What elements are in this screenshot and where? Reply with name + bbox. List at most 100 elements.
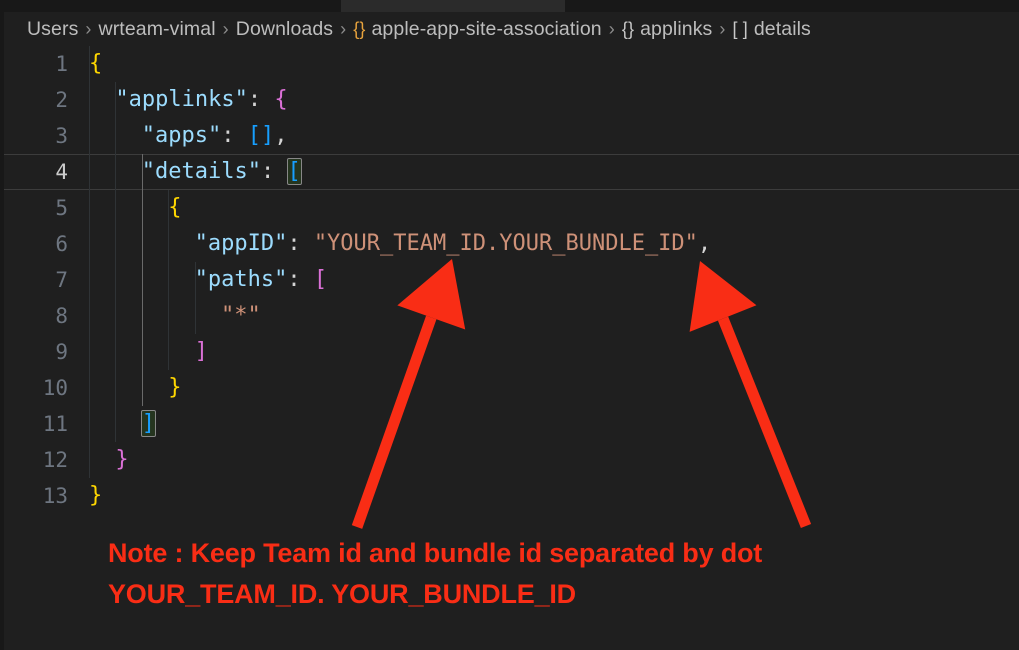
breadcrumb-separator: › (340, 19, 346, 40)
token: , (274, 123, 287, 148)
code-tokens: "paths": [ (89, 262, 327, 298)
code-tokens: "*" (89, 298, 261, 334)
breadcrumb-item-label: apple-app-site-association (371, 18, 601, 41)
line-number: 6 (4, 226, 89, 262)
breadcrumb-separator: › (719, 19, 725, 40)
line-number: 2 (4, 82, 89, 118)
line-content: "applinks": { (89, 82, 1019, 118)
editor-line[interactable]: 1{ (4, 46, 1019, 82)
token: { (168, 195, 181, 220)
token: "paths" (195, 267, 288, 292)
editor-line[interactable]: 8 "*" (4, 298, 1019, 334)
breadcrumb-separator: › (609, 19, 615, 40)
code-tokens: { (89, 46, 102, 82)
breadcrumb-item-label: Users (27, 18, 78, 41)
breadcrumb-separator: › (85, 19, 91, 40)
token: : (261, 159, 288, 184)
breadcrumb-item-label: wrteam-vimal (99, 18, 216, 41)
editor-line[interactable]: 9] (4, 334, 1019, 370)
code-tokens: } (89, 478, 102, 514)
token: { (89, 51, 102, 76)
active-editor-tab[interactable] (341, 0, 565, 12)
token: : (287, 231, 314, 256)
code-tokens: } (89, 370, 181, 406)
annotation-note-line-2: YOUR_TEAM_ID. YOUR_BUNDLE_ID (108, 577, 968, 612)
code-tokens: "applinks": { (89, 82, 288, 118)
line-content: "apps": [], (89, 118, 1019, 154)
line-number: 1 (4, 46, 89, 82)
line-content: ] (89, 334, 1019, 370)
token: } (115, 447, 128, 472)
breadcrumb-item-wrteam-vimal[interactable]: wrteam-vimal (99, 18, 216, 41)
line-number: 12 (4, 442, 89, 478)
line-number: 7 (4, 262, 89, 298)
code-tokens: "apps": [], (89, 118, 288, 154)
token: { (274, 87, 287, 112)
breadcrumb[interactable]: Users › wrteam-vimal › Downloads › {} apple-app… (4, 12, 1019, 46)
token: : (221, 123, 248, 148)
breadcrumb-separator: › (223, 19, 229, 40)
line-number: 10 (4, 370, 89, 406)
line-number: 8 (4, 298, 89, 334)
token: : (248, 87, 275, 112)
token: , (698, 231, 711, 256)
line-content: } (89, 442, 1019, 478)
token: : (287, 267, 314, 292)
json-object-icon: {} (622, 19, 634, 40)
annotation-note: Note : Keep Team id and bundle id separa… (108, 536, 968, 611)
line-number: 5 (4, 190, 89, 226)
token: "YOUR_TEAM_ID.YOUR_BUNDLE_ID" (314, 231, 698, 256)
token: } (89, 483, 102, 508)
breadcrumb-item-downloads[interactable]: Downloads (236, 18, 333, 41)
editor-line[interactable]: 10} (4, 370, 1019, 406)
line-content: "details": [ (89, 154, 1019, 190)
line-content: } (89, 370, 1019, 406)
line-number: 13 (4, 478, 89, 514)
editor-tab-strip[interactable] (0, 0, 1019, 12)
annotation-note-line-1: Note : Keep Team id and bundle id separa… (108, 536, 968, 571)
line-content: { (89, 46, 1019, 82)
line-number: 4 (4, 154, 89, 190)
editor-line[interactable]: 7"paths": [ (4, 262, 1019, 298)
token: } (168, 375, 181, 400)
editor-line[interactable]: 3"apps": [], (4, 118, 1019, 154)
token: ] (261, 123, 274, 148)
breadcrumb-item-label: details (754, 18, 811, 41)
line-content: "*" (89, 298, 1019, 334)
editor-line[interactable]: 6"appID": "YOUR_TEAM_ID.YOUR_BUNDLE_ID", (4, 226, 1019, 262)
token: "apps" (142, 123, 221, 148)
breadcrumb-item-label: Downloads (236, 18, 333, 41)
editor-line[interactable]: 5{ (4, 190, 1019, 226)
token: ] (142, 411, 155, 436)
token: "applinks" (115, 87, 247, 112)
line-number: 3 (4, 118, 89, 154)
breadcrumb-item-details[interactable]: [ ] details (733, 18, 811, 41)
editor-line[interactable]: 13} (4, 478, 1019, 514)
line-content: "paths": [ (89, 262, 1019, 298)
token: [ (288, 159, 301, 184)
line-content: } (89, 478, 1019, 514)
json-array-icon: [ ] (733, 19, 748, 40)
editor-line[interactable]: 11] (4, 406, 1019, 442)
breadcrumb-item-apple-app-site-association[interactable]: {} apple-app-site-association (353, 18, 601, 41)
editor-line[interactable]: 2"applinks": { (4, 82, 1019, 118)
code-tokens: } (89, 442, 129, 478)
line-number: 9 (4, 334, 89, 370)
breadcrumb-item-users[interactable]: Users (27, 18, 78, 41)
code-tokens: "details": [ (89, 154, 301, 190)
token: "appID" (195, 231, 288, 256)
token: [ (248, 123, 261, 148)
editor-line[interactable]: 4"details": [ (4, 154, 1019, 190)
json-object-icon: {} (353, 19, 365, 40)
line-content: ] (89, 406, 1019, 442)
line-content: { (89, 190, 1019, 226)
line-content: "appID": "YOUR_TEAM_ID.YOUR_BUNDLE_ID", (89, 226, 1019, 262)
line-number: 11 (4, 406, 89, 442)
code-tokens: { (89, 190, 181, 226)
token: "*" (221, 303, 261, 328)
editor-line[interactable]: 12} (4, 442, 1019, 478)
token: "details" (142, 159, 261, 184)
breadcrumb-item-applinks[interactable]: {}applinks (622, 18, 713, 41)
token: [ (314, 267, 327, 292)
code-tokens: "appID": "YOUR_TEAM_ID.YOUR_BUNDLE_ID", (89, 226, 711, 262)
